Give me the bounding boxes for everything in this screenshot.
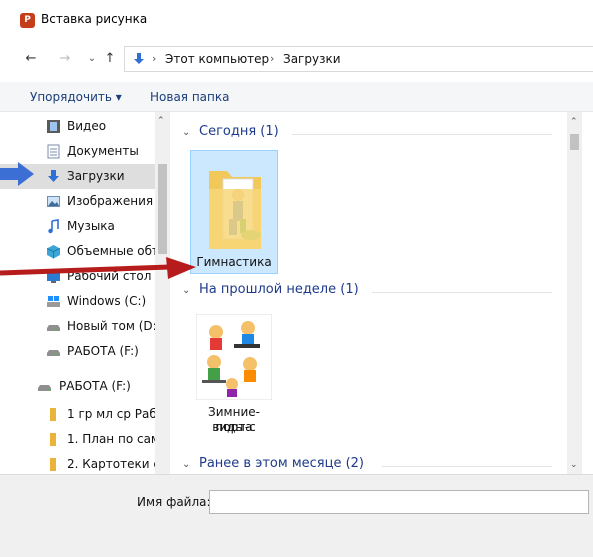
scroll-up-icon[interactable]: ⌃ bbox=[570, 117, 578, 127]
group-header-today[interactable]: ⌄ Сегодня (1) bbox=[182, 124, 552, 144]
sidebar-item-video[interactable]: Видео bbox=[0, 114, 155, 139]
sidebar-item-label: РАБОТА (F:) bbox=[59, 379, 131, 393]
sidebar-item-windows-drive[interactable]: Windows (C:) bbox=[0, 289, 155, 314]
file-tile-gymnastics-folder[interactable]: Гимнастика bbox=[190, 150, 278, 274]
group-header-last-week[interactable]: ⌄ На прошлой неделе (1) bbox=[182, 282, 552, 302]
file-name-line2: порта bbox=[215, 420, 253, 434]
sidebar-item-label: 1. План по сам bbox=[67, 432, 155, 446]
blue-annotation-arrow-icon bbox=[0, 162, 34, 186]
chevron-down-icon: ⌄ bbox=[182, 459, 191, 470]
window-title: Вставка рисунка bbox=[41, 12, 148, 26]
downloads-icon bbox=[48, 170, 59, 182]
downloads-location-icon bbox=[134, 53, 144, 64]
sidebar-item-label: Изображения bbox=[67, 194, 154, 208]
up-arrow-icon[interactable]: ↑ bbox=[101, 50, 119, 68]
image-thumbnail bbox=[196, 314, 272, 400]
chevron-down-icon: ⌄ bbox=[182, 285, 191, 296]
breadcrumb-separator: › bbox=[270, 52, 275, 65]
powerpoint-app-icon: P bbox=[20, 13, 35, 28]
file-list-scrollbar[interactable]: ⌃ ⌄ bbox=[567, 112, 582, 474]
sidebar-item-new-volume-d[interactable]: Новый том (D: bbox=[0, 314, 155, 339]
sidebar-item-label: Новый том (D: bbox=[67, 319, 155, 333]
folder-with-image-icon bbox=[209, 171, 261, 249]
scrollbar-thumb[interactable] bbox=[570, 134, 579, 150]
command-bar: Упорядочить ▾ Новая папка bbox=[0, 82, 593, 112]
group-header-label: Сегодня (1) bbox=[199, 124, 279, 139]
sidebar-item-label: Музыка bbox=[67, 219, 115, 233]
address-box[interactable]: › Этот компьютер › Загрузки bbox=[124, 46, 593, 72]
group-header-label: Ранее в этом месяце (2) bbox=[199, 456, 364, 471]
group-divider bbox=[382, 466, 552, 467]
navigation-scrollbar[interactable]: ⌃ bbox=[155, 112, 170, 474]
folder-icon bbox=[50, 408, 56, 421]
filename-label: Имя файла: bbox=[137, 495, 211, 509]
drive-icon bbox=[47, 325, 60, 331]
red-annotation-arrow-icon bbox=[0, 257, 196, 279]
scroll-down-icon[interactable]: ⌄ bbox=[570, 460, 578, 470]
group-divider bbox=[372, 292, 552, 293]
title-bar: P Вставка рисунка bbox=[0, 0, 593, 40]
group-header-earlier-this-month[interactable]: ⌄ Ранее в этом месяце (2) bbox=[182, 456, 552, 474]
sidebar-item-rabota-f[interactable]: РАБОТА (F:) bbox=[0, 339, 155, 364]
group-divider bbox=[292, 134, 552, 135]
documents-icon bbox=[47, 144, 60, 159]
drive-icon bbox=[38, 385, 51, 391]
sidebar-item-label: Видео bbox=[67, 119, 107, 133]
file-tile-winter-sports-image[interactable]: Зимние-виды-с порта bbox=[190, 308, 278, 448]
drive-icon bbox=[47, 350, 60, 356]
new-folder-button[interactable]: Новая папка bbox=[150, 90, 229, 104]
windows-drive-icon bbox=[47, 296, 60, 307]
file-name: Гимнастика bbox=[196, 255, 272, 269]
back-arrow-icon[interactable]: ← bbox=[22, 50, 40, 68]
recent-locations-chevron-icon[interactable]: ⌄ bbox=[83, 50, 101, 68]
sidebar-item-folder-2[interactable]: 1. План по сам bbox=[0, 427, 155, 452]
sidebar-item-label: Загрузки bbox=[67, 169, 125, 183]
sidebar-item-rabota-f-root[interactable]: РАБОТА (F:) bbox=[0, 374, 155, 399]
scroll-up-icon[interactable]: ⌃ bbox=[157, 116, 165, 126]
sidebar-item-label: Windows (C:) bbox=[67, 294, 147, 308]
video-icon bbox=[47, 120, 60, 133]
dialog-footer: Имя файла: bbox=[0, 474, 593, 557]
sidebar-item-folder-1[interactable]: 1 гр мл ср Рабо bbox=[0, 402, 155, 427]
sidebar-item-pictures[interactable]: Изображения bbox=[0, 189, 155, 214]
sidebar-item-music[interactable]: Музыка bbox=[0, 214, 155, 239]
pictures-icon bbox=[47, 196, 60, 207]
breadcrumb-this-pc[interactable]: Этот компьютер bbox=[165, 52, 269, 66]
address-bar-row: ← → ⌄ ↑ › Этот компьютер › Загрузки bbox=[0, 40, 593, 78]
chevron-down-icon: ⌄ bbox=[182, 127, 191, 138]
file-list-pane: ⌄ Сегодня (1) Гимнастика ⌄ На прошлой не… bbox=[170, 112, 593, 474]
sidebar-item-label: РАБОТА (F:) bbox=[67, 344, 139, 358]
sidebar-item-label: 2. Картотеки с у bbox=[67, 457, 155, 471]
sidebar-item-label: Документы bbox=[67, 144, 139, 158]
organize-button[interactable]: Упорядочить ▾ bbox=[30, 90, 122, 104]
folder-icon bbox=[50, 458, 56, 471]
breadcrumb-separator: › bbox=[152, 52, 157, 65]
breadcrumb-downloads[interactable]: Загрузки bbox=[283, 52, 341, 66]
filename-input[interactable] bbox=[209, 490, 589, 514]
music-icon bbox=[48, 219, 59, 234]
forward-arrow-icon[interactable]: → bbox=[56, 50, 74, 68]
sidebar-item-folder-3[interactable]: 2. Картотеки с у bbox=[0, 452, 155, 474]
folder-icon bbox=[50, 433, 56, 446]
sidebar-item-label: 1 гр мл ср Рабо bbox=[67, 407, 155, 421]
group-header-label: На прошлой неделе (1) bbox=[199, 282, 359, 297]
scrollbar-thumb[interactable] bbox=[158, 164, 167, 254]
